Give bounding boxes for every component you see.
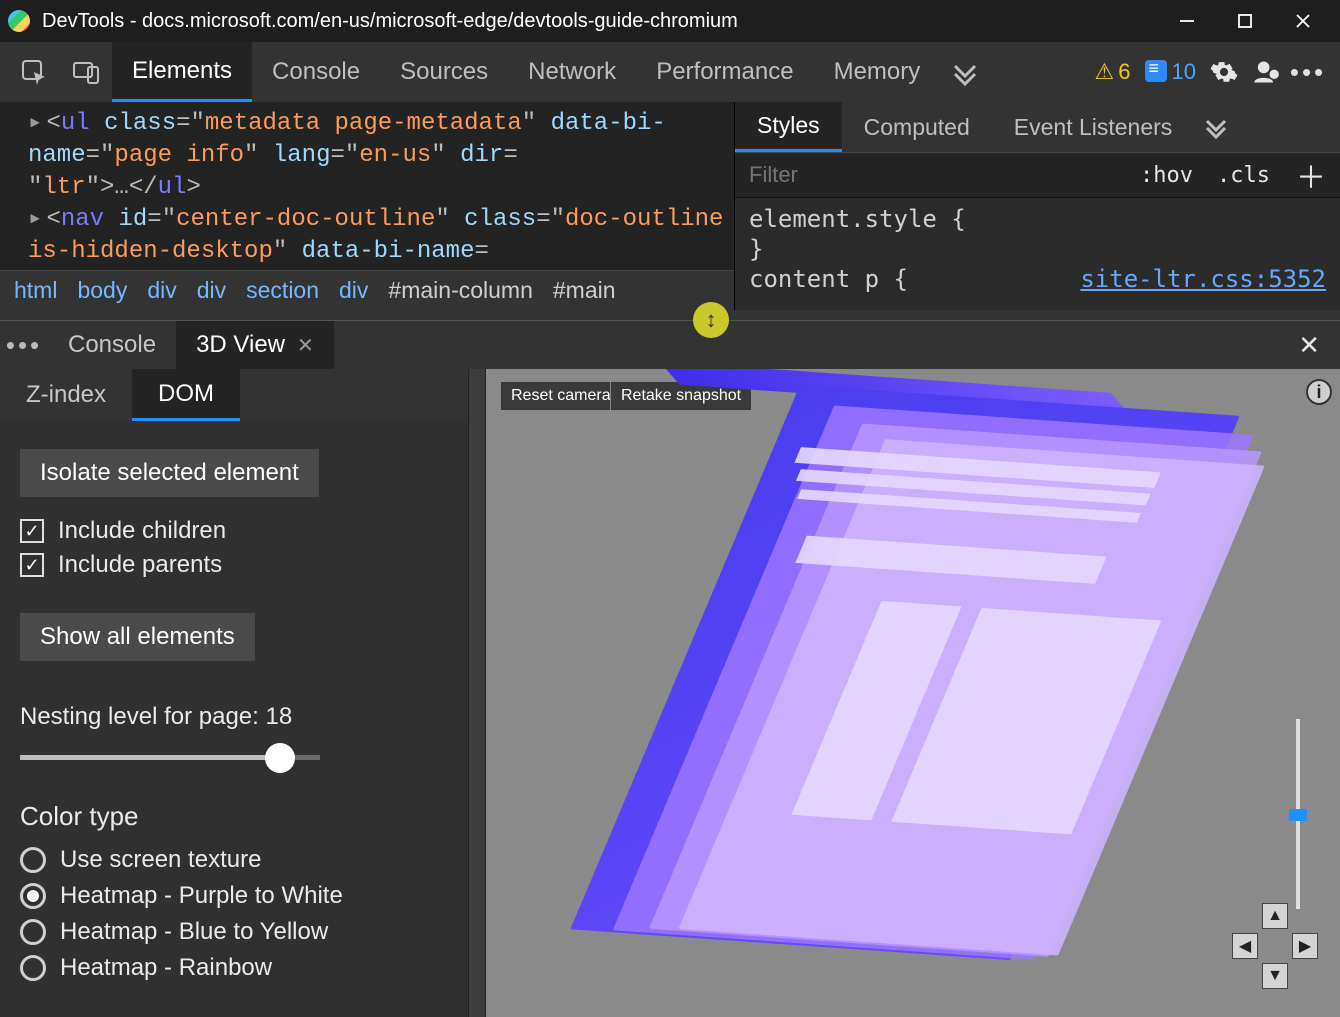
tab-console[interactable]: Console — [252, 42, 380, 102]
radio-heatmap-blue[interactable] — [20, 919, 46, 945]
breadcrumb-item[interactable]: div — [147, 277, 176, 304]
breadcrumb-item[interactable]: section — [246, 277, 319, 304]
tab-sources[interactable]: Sources — [380, 42, 508, 102]
drawer-tab-console[interactable]: Console — [48, 321, 176, 369]
threed-tab-dom[interactable]: DOM — [132, 369, 240, 421]
show-all-elements-button[interactable]: Show all elements — [20, 613, 255, 661]
reset-camera-button[interactable]: Reset camera — [500, 381, 622, 411]
isolate-selected-button[interactable]: Isolate selected element — [20, 449, 319, 497]
breadcrumb-item[interactable]: html — [14, 277, 57, 304]
main-tabs: Elements Console Sources Network Perform… — [0, 42, 1340, 102]
threed-viewport[interactable]: Reset camera Retake snapshot i ▲ ▼ — [486, 369, 1340, 1017]
tab-elements[interactable]: Elements — [112, 42, 252, 102]
include-parents-checkbox[interactable] — [20, 553, 44, 577]
maximize-button[interactable] — [1216, 0, 1274, 42]
breadcrumb-item[interactable]: div — [339, 277, 368, 304]
drawer-tab-3dview[interactable]: 3D View✕ — [176, 321, 334, 369]
styles-tabs-overflow-icon[interactable] — [1194, 102, 1238, 152]
close-button[interactable] — [1274, 0, 1332, 42]
hov-toggle[interactable]: :hov — [1128, 163, 1205, 188]
drawer: ••• Console 3D View✕ ✕ Z-index DOM Isola… — [0, 320, 1340, 1017]
breadcrumb-item[interactable]: div — [197, 277, 226, 304]
threed-render[interactable] — [675, 376, 1316, 1017]
pan-right-button[interactable]: ▶ — [1292, 933, 1318, 959]
breadcrumb-item[interactable]: #main-column — [388, 277, 532, 304]
close-tab-icon[interactable]: ✕ — [297, 333, 314, 358]
drawer-more-icon[interactable]: ••• — [0, 330, 48, 361]
pan-up-button[interactable]: ▲ — [1262, 903, 1288, 929]
sidebar-splitter[interactable] — [468, 369, 486, 1017]
tabs-overflow-icon[interactable] — [940, 42, 990, 102]
include-children-checkbox[interactable] — [20, 519, 44, 543]
styles-filter-input[interactable] — [735, 153, 1128, 197]
radio-screen-texture[interactable] — [20, 847, 46, 873]
tab-memory[interactable]: Memory — [814, 42, 941, 102]
titlebar: DevTools - docs.microsoft.com/en-us/micr… — [0, 0, 1340, 42]
color-type-heading: Color type — [20, 801, 448, 832]
styles-tab-computed[interactable]: Computed — [842, 102, 992, 152]
threed-tab-zindex[interactable]: Z-index — [0, 369, 132, 421]
style-rule-line: element.style { — [749, 204, 1326, 234]
style-source-link[interactable]: site-ltr.css:5352 — [1080, 264, 1326, 294]
styles-tab-eventlisteners[interactable]: Event Listeners — [992, 102, 1195, 152]
settings-icon[interactable] — [1210, 58, 1238, 86]
styles-body[interactable]: element.style { } content p { site-ltr.c… — [735, 198, 1340, 310]
more-icon[interactable]: ••• — [1294, 58, 1322, 86]
styles-tab-styles[interactable]: Styles — [735, 102, 842, 152]
device-toggle-icon[interactable] — [60, 42, 112, 102]
new-style-rule-icon[interactable]: ＋ — [1282, 153, 1340, 197]
tab-performance[interactable]: Performance — [636, 42, 813, 102]
account-icon[interactable] — [1252, 58, 1280, 86]
styles-pane: Styles Computed Event Listeners :hov .cl… — [734, 102, 1340, 310]
nesting-level-slider[interactable] — [20, 743, 320, 771]
threed-sidebar: Z-index DOM Isolate selected element Inc… — [0, 369, 468, 1017]
pan-left-button[interactable]: ◀ — [1232, 933, 1258, 959]
info-icon[interactable]: i — [1306, 379, 1332, 405]
radio-heatmap-purple[interactable] — [20, 883, 46, 909]
drawer-close-icon[interactable]: ✕ — [1278, 330, 1340, 361]
dom-code[interactable]: ▸<ul class="metadata page-metadata" data… — [0, 102, 734, 274]
radio-heatmap-rainbow[interactable] — [20, 955, 46, 981]
resize-cursor-icon — [693, 302, 729, 338]
include-parents-label: Include parents — [58, 551, 222, 579]
nesting-level-label: Nesting level for page: 18 — [20, 703, 448, 731]
cls-toggle[interactable]: .cls — [1205, 163, 1282, 188]
zoom-slider[interactable] — [1296, 719, 1300, 909]
elements-tree[interactable]: ▸<ul class="metadata page-metadata" data… — [0, 102, 734, 310]
pan-down-button[interactable]: ▼ — [1262, 963, 1288, 989]
include-children-label: Include children — [58, 517, 226, 545]
pan-pad: ▲ ▼ ◀ ▶ — [1232, 903, 1318, 989]
minimize-button[interactable] — [1158, 0, 1216, 42]
inspect-icon[interactable] — [8, 42, 60, 102]
window-title: DevTools - docs.microsoft.com/en-us/micr… — [42, 10, 738, 33]
style-rule-line: } — [749, 234, 1326, 264]
breadcrumb-item[interactable]: body — [77, 277, 127, 304]
messages-badge[interactable]: 10 — [1145, 59, 1196, 85]
breadcrumb: html body div div section div #main-colu… — [0, 270, 734, 310]
breadcrumb-item[interactable]: #main — [553, 277, 616, 304]
warnings-badge[interactable]: 6 — [1095, 59, 1131, 85]
style-rule-line: content p { — [749, 264, 908, 294]
tab-network[interactable]: Network — [508, 42, 636, 102]
app-icon — [8, 10, 30, 32]
